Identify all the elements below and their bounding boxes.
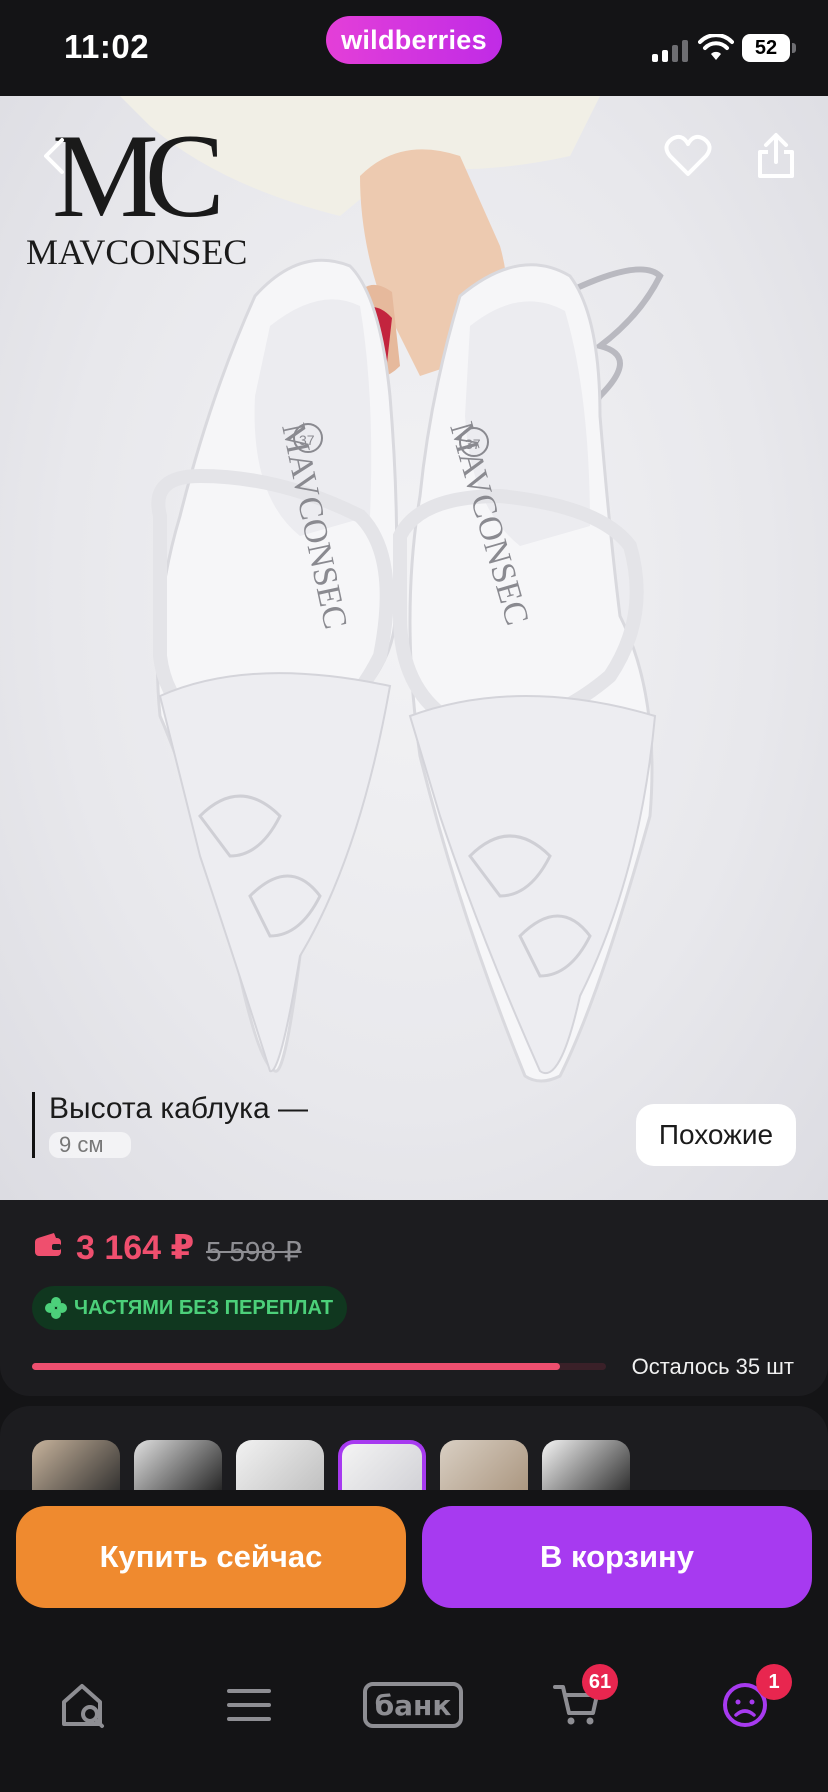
- battery-indicator: 52: [742, 34, 790, 62]
- current-price: 3 164 ₽: [76, 1229, 195, 1267]
- similar-button[interactable]: Похожие: [636, 1104, 796, 1166]
- heel-height-label: Высота каблука —: [49, 1092, 308, 1125]
- wifi-icon: [698, 33, 734, 62]
- stock-progress-fill: [32, 1363, 561, 1370]
- brand-logo-text: MAVCONSEC: [26, 232, 247, 272]
- tab-home[interactable]: [38, 1670, 128, 1740]
- heel-height-value: 9 см: [49, 1132, 131, 1158]
- installment-label: ЧАСТЯМИ БЕЗ ПЕРЕПЛАТ: [74, 1296, 334, 1319]
- home-search-icon: [62, 1684, 104, 1728]
- shoes-illustration: MAVCONSEC MAVCONSEC 37 37 MC MAVCONSEC: [26, 96, 664, 1083]
- tab-profile[interactable]: 1: [700, 1664, 792, 1740]
- add-to-cart-button[interactable]: В корзину: [422, 1506, 812, 1608]
- action-buttons: Купить сейчас В корзину: [0, 1490, 828, 1640]
- profile-badge: 1: [756, 1664, 792, 1700]
- favorite-button[interactable]: [656, 124, 720, 188]
- tab-bank[interactable]: банк: [358, 1670, 468, 1740]
- clover-icon: [45, 1297, 67, 1319]
- status-time: 11:02: [64, 28, 150, 65]
- stock-progress-bar: [32, 1363, 606, 1370]
- price-card: 3 164 ₽ 5 598 ₽ ЧАСТЯМИ БЕЗ ПЕРЕПЛАТ Ост…: [0, 1200, 828, 1396]
- old-price: 5 598 ₽: [206, 1236, 302, 1267]
- stock-remaining-label: Осталось 35 шт: [631, 1354, 794, 1379]
- battery-tip: [792, 43, 796, 53]
- buy-now-button[interactable]: Купить сейчас: [16, 1506, 406, 1608]
- menu-icon: [227, 1689, 271, 1721]
- cart-badge: 61: [582, 1664, 618, 1700]
- heart-icon: [664, 134, 712, 176]
- share-icon: [758, 133, 794, 178]
- status-bar: 11:02 wildberries 52: [0, 0, 828, 96]
- brand-logo: wildberries: [326, 16, 502, 64]
- cellular-signal-icon: [652, 38, 690, 62]
- tab-bar: банк 61 1: [0, 1640, 828, 1792]
- tab-catalog[interactable]: [204, 1670, 294, 1740]
- size-mark-right: 37: [465, 436, 481, 452]
- chevron-left-icon: [44, 138, 64, 174]
- back-button[interactable]: [22, 124, 86, 188]
- size-mark-left: 37: [299, 432, 315, 448]
- tab-cart[interactable]: 61: [532, 1664, 622, 1740]
- product-image[interactable]: MAVCONSEC MAVCONSEC 37 37 MC MAVCONSEC В…: [0, 96, 828, 1200]
- installment-badge[interactable]: ЧАСТЯМИ БЕЗ ПЕРЕПЛАТ: [32, 1286, 348, 1330]
- wallet-icon: [35, 1233, 61, 1256]
- share-button[interactable]: [744, 124, 808, 188]
- bank-label: банк: [363, 1682, 463, 1728]
- heel-height-caption: Высота каблука — 9 см: [32, 1092, 308, 1158]
